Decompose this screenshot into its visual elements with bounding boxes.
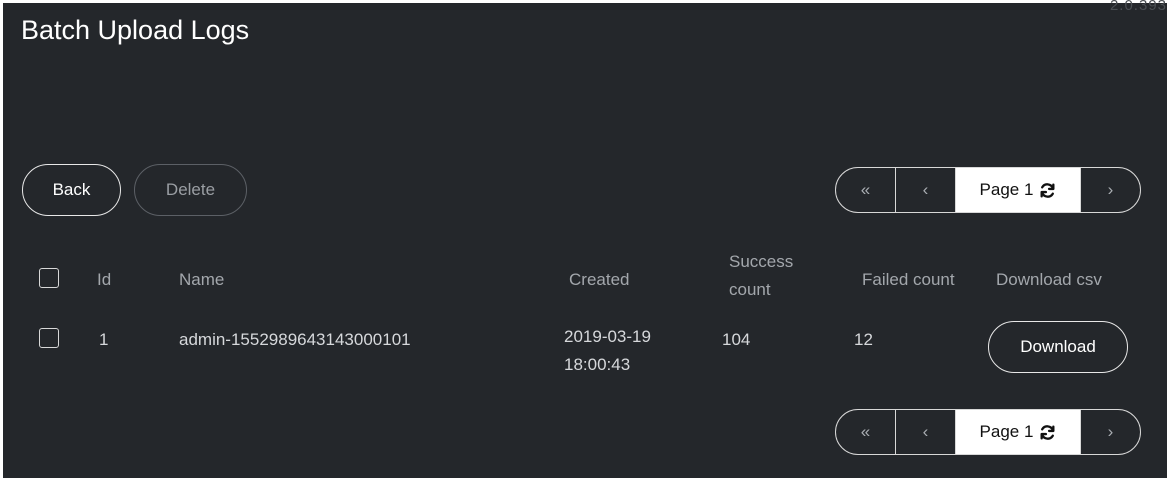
column-header-name[interactable]: Name xyxy=(179,270,224,290)
row-id: 1 xyxy=(99,330,109,349)
row-failed-count: 12 xyxy=(854,330,873,349)
chevron-left-icon: ‹ xyxy=(922,422,929,441)
first-page-button[interactable]: « xyxy=(836,168,896,212)
page-title: Batch Upload Logs xyxy=(21,15,250,45)
page-label: Page 1 xyxy=(979,180,1034,199)
row-success-count: 104 xyxy=(722,330,751,349)
app-frame: 2.0.393 Batch Upload Logs Back Delete « … xyxy=(3,0,1167,478)
row-created-date: 2019-03-19 xyxy=(564,327,651,346)
column-header-failed-count[interactable]: Failed count xyxy=(862,270,955,290)
prev-page-button[interactable]: ‹ xyxy=(896,410,956,454)
version-label: 2.0.393 xyxy=(1109,0,1167,14)
next-page-button[interactable]: › xyxy=(1080,168,1140,212)
column-header-success-count[interactable]: Success count xyxy=(729,248,793,304)
double-chevron-left-icon: « xyxy=(860,180,871,199)
pagination-top: « ‹ Page 1 › xyxy=(835,167,1141,213)
page-label: Page 1 xyxy=(979,422,1034,441)
first-page-button[interactable]: « xyxy=(836,410,896,454)
row-name: admin-1552989643143000101 xyxy=(179,330,411,349)
double-chevron-left-icon: « xyxy=(860,422,871,441)
chevron-right-icon: › xyxy=(1107,180,1114,199)
column-header-success-line2: count xyxy=(729,280,771,299)
column-header-download-csv: Download csv xyxy=(996,270,1102,289)
pagination-bottom: « ‹ Page 1 › xyxy=(835,409,1141,455)
refresh-icon xyxy=(1040,424,1055,440)
column-header-success-line1: Success xyxy=(729,252,794,271)
back-button[interactable]: Back xyxy=(22,164,121,216)
next-page-button[interactable]: › xyxy=(1080,410,1140,454)
row-created: 2019-03-19 18:00:43 xyxy=(564,323,651,379)
column-header-id[interactable]: Id xyxy=(97,270,111,290)
delete-button[interactable]: Delete xyxy=(134,164,247,216)
refresh-icon xyxy=(1040,182,1055,198)
chevron-right-icon: › xyxy=(1107,422,1114,441)
page-indicator[interactable]: Page 1 xyxy=(956,410,1080,454)
select-all-checkbox[interactable] xyxy=(39,268,59,288)
download-button[interactable]: Download xyxy=(988,321,1128,373)
prev-page-button[interactable]: ‹ xyxy=(896,168,956,212)
row-checkbox[interactable] xyxy=(39,328,59,348)
page-indicator[interactable]: Page 1 xyxy=(956,168,1080,212)
column-header-created[interactable]: Created xyxy=(569,270,629,290)
chevron-left-icon: ‹ xyxy=(922,180,929,199)
row-created-time: 18:00:43 xyxy=(564,355,631,374)
